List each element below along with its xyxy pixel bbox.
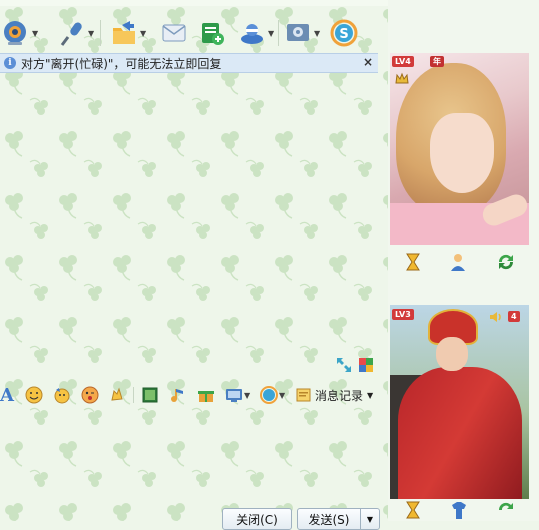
hourglass-icon[interactable]	[402, 251, 424, 273]
file-transfer-button[interactable]: ▼	[110, 16, 146, 50]
shake-icon	[111, 387, 123, 401]
settings-button[interactable]: ▼	[284, 16, 320, 50]
chat-toolbar: ▼ ▼ ▼ ▼ ▼ S	[0, 12, 388, 54]
info-icon: i	[4, 57, 16, 69]
crown-icon	[395, 72, 409, 84]
music-icon	[171, 389, 183, 402]
chevron-down-icon[interactable]: ▼	[279, 391, 285, 400]
send-options-button[interactable]: ▼	[360, 508, 380, 530]
chevron-down-icon[interactable]: ▼	[32, 29, 38, 38]
chevron-down-icon[interactable]: ▼	[367, 391, 373, 400]
voice-call-button[interactable]: ▼	[58, 16, 94, 50]
toolbar-divider	[133, 387, 134, 403]
chevron-down-icon[interactable]: ▼	[88, 29, 94, 38]
soso-button[interactable]: S	[330, 16, 358, 50]
level-badge: LV4	[392, 56, 414, 67]
self-show-photo[interactable]: LV3 4	[390, 305, 529, 499]
screen-capture-button[interactable]: ▼	[225, 385, 250, 405]
settings-icon	[287, 24, 309, 41]
profile-icon[interactable]	[448, 251, 470, 273]
shirt-icon[interactable]	[448, 499, 470, 521]
photo-face	[430, 113, 494, 193]
magic-emoji-button[interactable]	[53, 385, 71, 405]
svg-text:S: S	[339, 27, 348, 42]
font-button[interactable]: A	[0, 384, 14, 406]
year-badge: 年	[430, 56, 444, 67]
status-notice-bar: i 对方"离开(忙碌)"，可能无法立即回复 ×	[0, 53, 378, 73]
photo-face	[436, 337, 468, 371]
clover-pattern	[0, 0, 388, 521]
send-image-button[interactable]	[160, 16, 188, 50]
volume-icon[interactable]	[488, 309, 504, 325]
microphone-icon	[60, 22, 82, 46]
add-contact-button[interactable]	[198, 16, 226, 50]
emoji-button[interactable]	[25, 385, 43, 405]
video-call-button[interactable]: ▼	[2, 16, 38, 50]
chevron-down-icon[interactable]: ▼	[244, 391, 250, 400]
folder-transfer-icon	[113, 21, 135, 44]
font-icon: A	[0, 384, 14, 406]
soso-icon: S	[330, 19, 358, 47]
refresh-icon[interactable]	[495, 499, 517, 521]
send-button[interactable]: 发送(S)	[297, 508, 361, 530]
status-notice-text: 对方"离开(忙碌)"，可能无法立即回复	[21, 56, 222, 71]
soso-small-button[interactable]: ▼	[260, 385, 285, 405]
close-icon[interactable]: ×	[363, 55, 373, 69]
add-contact-icon	[202, 23, 224, 45]
refresh-icon[interactable]	[495, 251, 517, 273]
contact-show-photo[interactable]: LV4 年	[390, 53, 529, 245]
contact-actions	[390, 247, 529, 277]
chevron-down-icon[interactable]: ▼	[140, 29, 146, 38]
palette-icon[interactable]	[358, 357, 374, 373]
emoji-icon	[25, 386, 43, 404]
self-actions	[390, 499, 529, 521]
gift-icon	[198, 391, 214, 402]
close-button[interactable]: 关闭(C)	[222, 508, 292, 530]
volume-badge: 4	[508, 311, 520, 322]
remote-assist-button[interactable]: ▼	[238, 16, 274, 50]
wink-emoji-icon	[81, 386, 99, 404]
soso-small-icon	[260, 386, 278, 404]
hourglass-icon[interactable]	[402, 499, 424, 521]
photo-robe	[398, 367, 522, 499]
message-history-icon	[296, 388, 311, 402]
message-history-button[interactable]: 消息记录 ▼	[296, 385, 373, 405]
shake-button[interactable]	[108, 385, 126, 405]
toolbar-divider	[100, 20, 101, 46]
video-call-icon	[4, 21, 26, 45]
screenshot-button[interactable]	[141, 385, 159, 405]
wink-emoji-button[interactable]	[81, 385, 99, 405]
chevron-down-icon[interactable]: ▼	[314, 29, 320, 38]
image-send-icon	[162, 24, 186, 42]
magic-emoji-icon	[54, 388, 70, 404]
level-badge: LV3	[392, 309, 414, 320]
screen-capture-icon	[226, 389, 242, 402]
toolbar-divider	[278, 20, 279, 46]
expand-icon[interactable]	[336, 357, 352, 373]
message-history-label: 消息记录	[315, 388, 364, 403]
chevron-down-icon[interactable]: ▼	[268, 29, 274, 38]
music-button[interactable]	[169, 385, 187, 405]
screenshot-icon	[142, 387, 158, 403]
gift-button[interactable]	[197, 385, 215, 405]
remote-assist-icon	[241, 24, 263, 44]
